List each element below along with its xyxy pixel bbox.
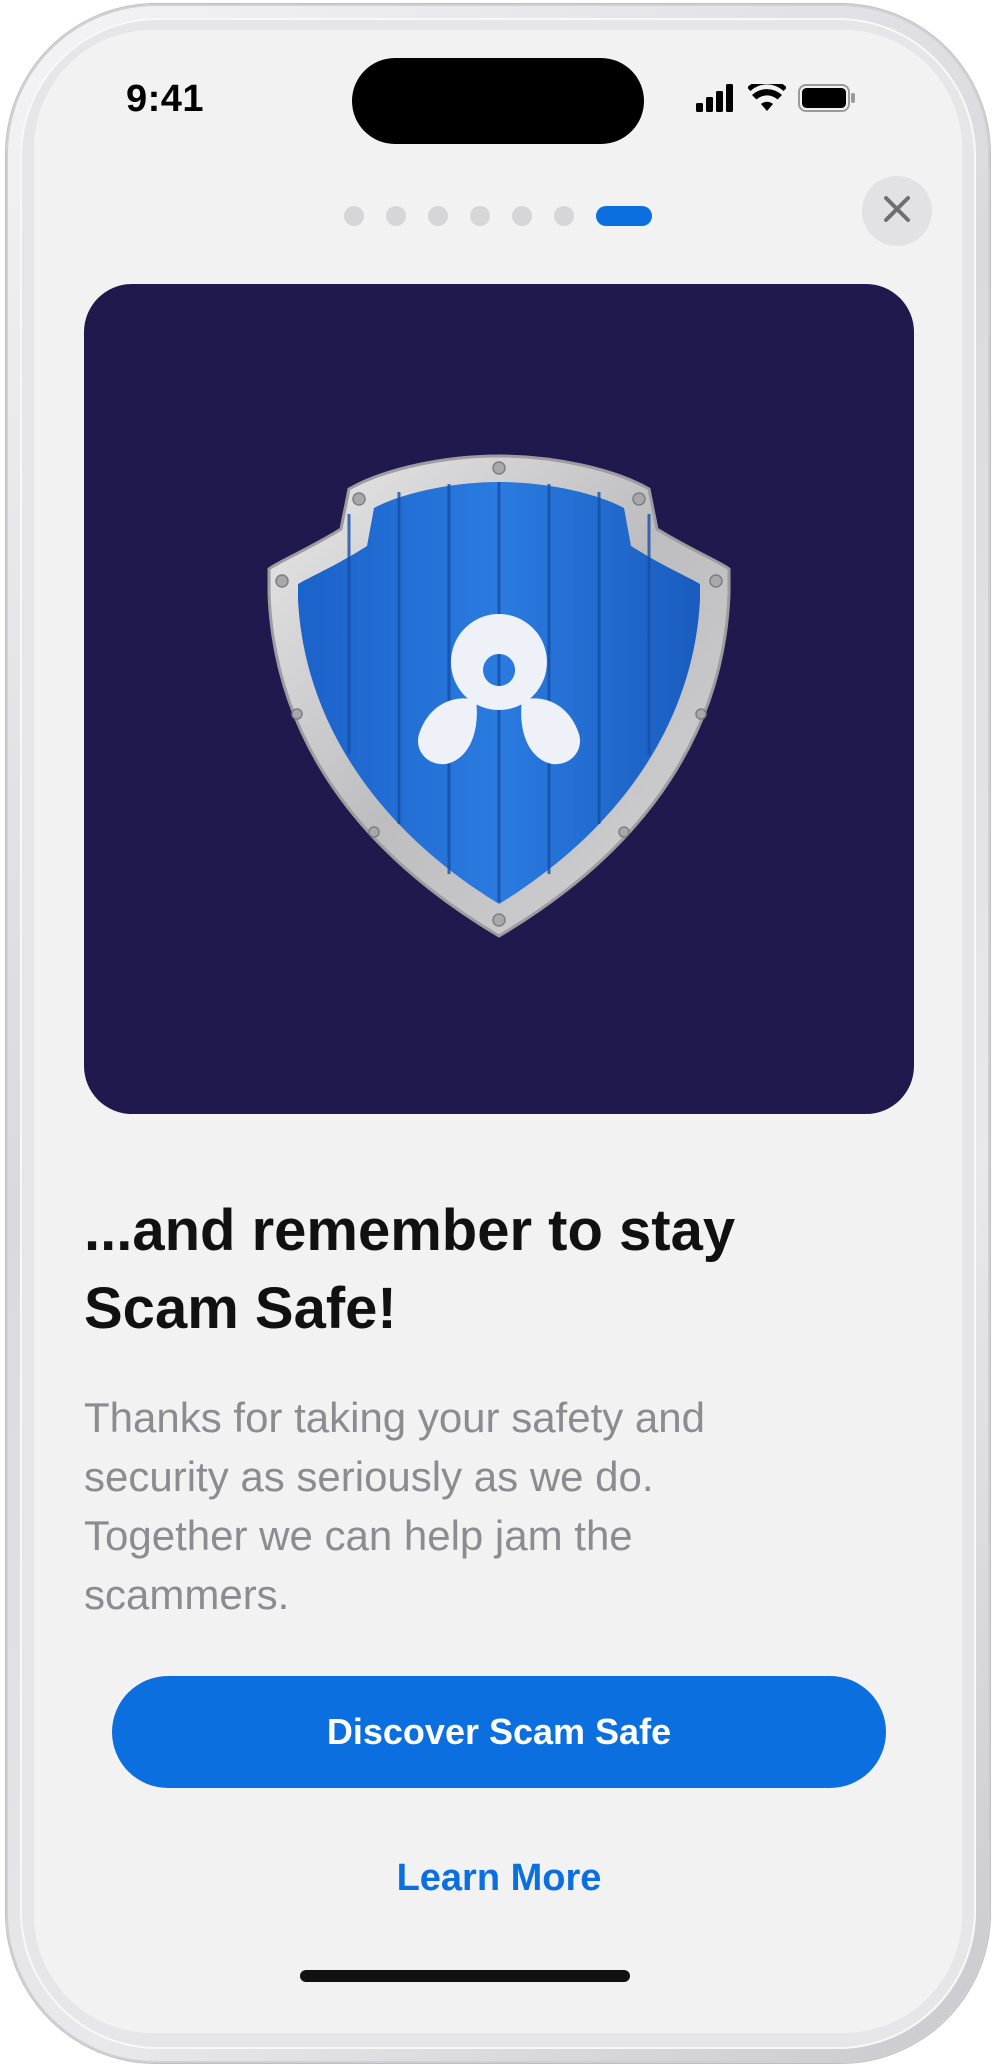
description-line: scammers.	[84, 1571, 290, 1618]
home-indicator[interactable]	[300, 1970, 630, 1982]
description-line: Together we can help jam the	[84, 1512, 633, 1559]
page-dot[interactable]	[344, 206, 364, 226]
description-line: Thanks for taking your safety and	[84, 1394, 705, 1441]
status-icons	[696, 79, 856, 117]
page-dot[interactable]	[554, 206, 574, 226]
page-dot-active[interactable]	[596, 206, 652, 226]
learn-more-link[interactable]: Learn More	[300, 1848, 698, 1908]
dynamic-island	[352, 58, 644, 144]
discover-scam-safe-button[interactable]: Discover Scam Safe	[112, 1676, 886, 1788]
description: Thanks for taking your safety and securi…	[84, 1388, 844, 1624]
cellular-signal-icon	[696, 83, 736, 117]
shield-logo-icon	[267, 454, 731, 938]
close-icon	[882, 194, 912, 229]
wifi-icon	[747, 79, 787, 117]
headline: ...and remember to stay Scam Safe!	[84, 1192, 904, 1348]
hero-illustration	[84, 284, 914, 1114]
headline-line: ...and remember to stay	[84, 1198, 736, 1263]
headline-line: Scam Safe!	[84, 1276, 397, 1341]
page-dot[interactable]	[512, 206, 532, 226]
battery-icon	[798, 83, 856, 117]
page-dot[interactable]	[386, 206, 406, 226]
page-dot[interactable]	[428, 206, 448, 226]
status-time: 9:41	[126, 78, 205, 120]
close-button[interactable]	[862, 176, 932, 246]
description-line: security as seriously as we do.	[84, 1453, 654, 1500]
page-indicator	[344, 206, 652, 226]
page-dot[interactable]	[470, 206, 490, 226]
